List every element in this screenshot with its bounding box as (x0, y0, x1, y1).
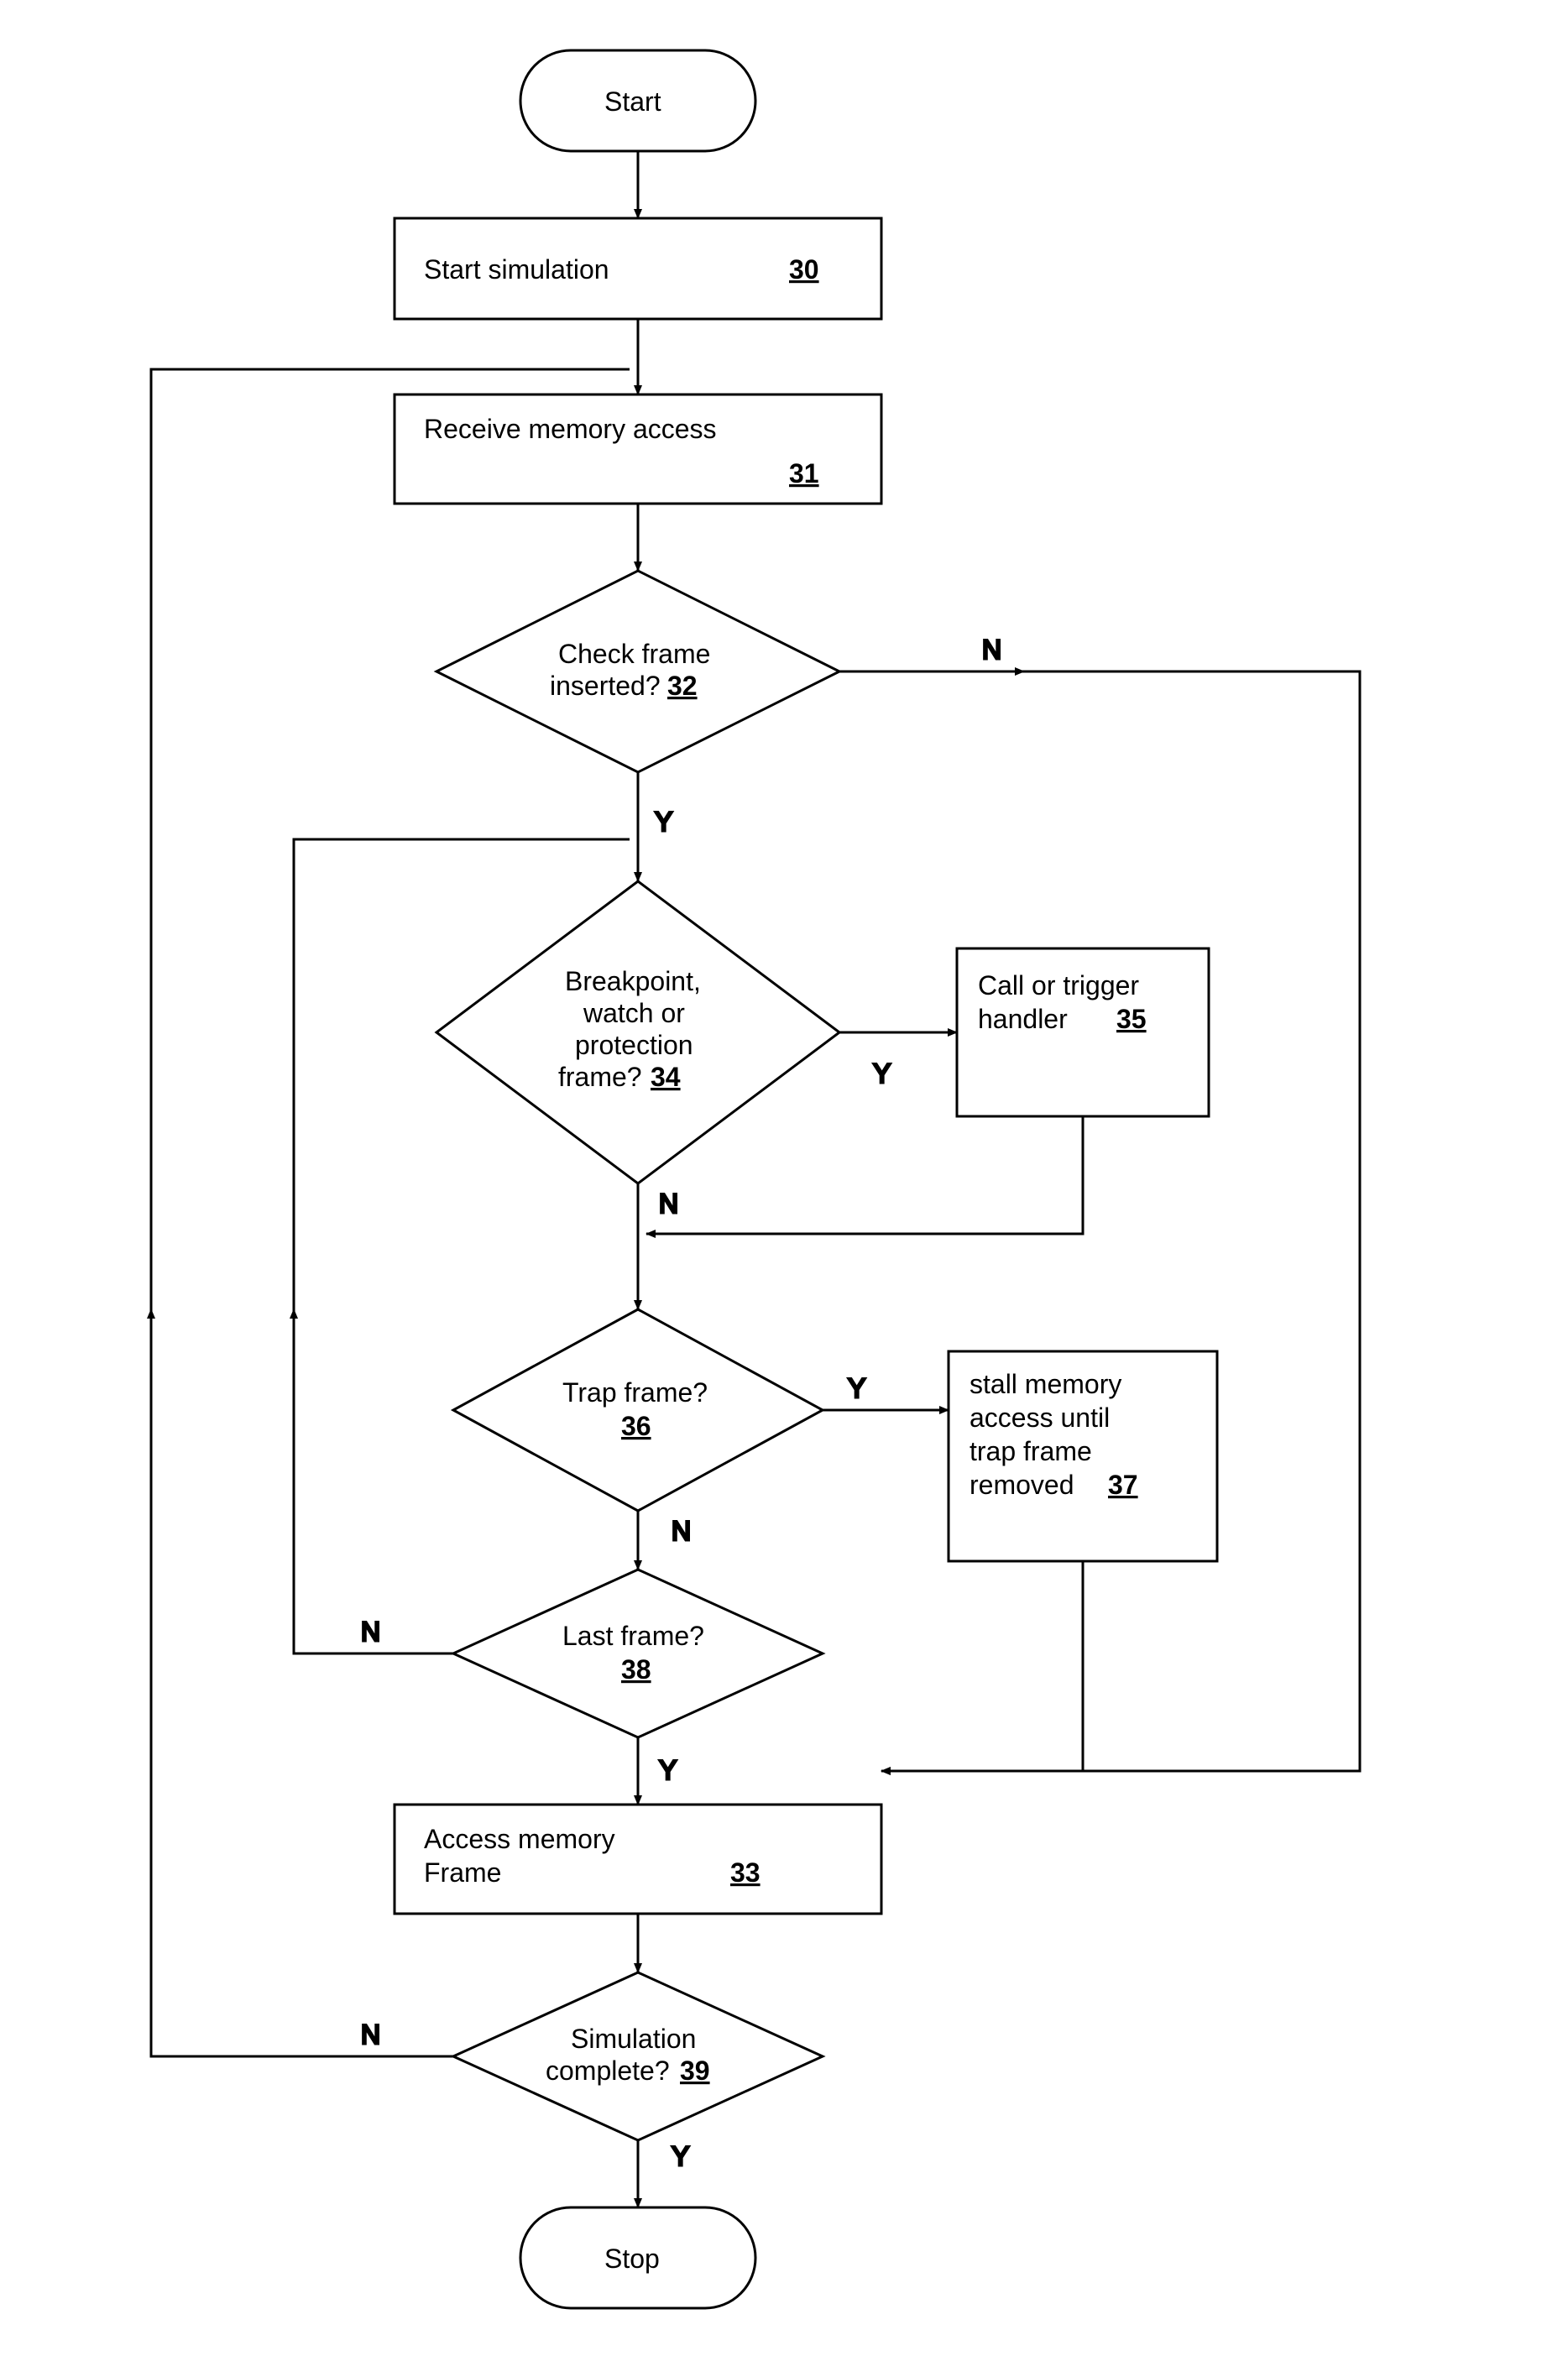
svg-text:Access memory: Access memory (424, 1824, 615, 1854)
svg-text:protection: protection (575, 1030, 693, 1060)
terminal-start: Start (520, 50, 755, 151)
label-y-32: Y (655, 807, 672, 837)
process-call-trigger-handler: Call or trigger handler 35 (957, 948, 1209, 1116)
svg-text:38: 38 (621, 1654, 651, 1685)
label-y-38: Y (659, 1755, 677, 1785)
terminal-stop: Stop (520, 2207, 755, 2308)
decision-check-frame-inserted: Check frame inserted? 32 (436, 571, 839, 772)
process-start-simulation: Start simulation 30 (395, 218, 881, 319)
label-n-32: N (982, 635, 1001, 665)
svg-text:complete?: complete? (546, 2056, 670, 2086)
svg-text:33: 33 (730, 1857, 760, 1888)
process-receive-memory-access: Receive memory access 31 (395, 394, 881, 504)
svg-text:Start simulation: Start simulation (424, 254, 609, 285)
svg-text:Frame: Frame (424, 1857, 501, 1888)
decision-breakpoint-watch-protection: Breakpoint, watch or protection frame? 3… (436, 881, 839, 1183)
svg-text:34: 34 (651, 1062, 681, 1092)
svg-text:Trap frame?: Trap frame? (562, 1377, 708, 1408)
svg-text:handler: handler (978, 1004, 1068, 1034)
svg-text:Start: Start (604, 86, 661, 117)
decision-trap-frame: Trap frame? 36 (453, 1309, 823, 1511)
svg-text:36: 36 (621, 1411, 651, 1441)
svg-text:35: 35 (1116, 1004, 1147, 1034)
svg-text:37: 37 (1108, 1470, 1138, 1500)
svg-text:39: 39 (680, 2056, 710, 2086)
svg-text:Simulation: Simulation (571, 2024, 696, 2054)
svg-text:32: 32 (667, 671, 698, 701)
flowchart: Y N Y N Y N N Y Y N Start Start simulati… (0, 0, 1568, 2356)
svg-text:31: 31 (789, 458, 819, 488)
svg-text:Last frame?: Last frame? (562, 1621, 704, 1651)
label-y-39: Y (672, 2141, 689, 2171)
svg-text:Breakpoint,: Breakpoint, (565, 966, 701, 996)
svg-text:stall memory: stall memory (970, 1369, 1121, 1399)
decision-last-frame: Last frame? 38 (453, 1570, 823, 1737)
label-n-36: N (672, 1516, 691, 1546)
label-n-38: N (361, 1617, 380, 1647)
svg-text:access until: access until (970, 1403, 1110, 1433)
svg-text:inserted?: inserted? (550, 671, 661, 701)
svg-text:Receive memory access: Receive memory access (424, 414, 717, 444)
svg-text:watch or: watch or (583, 998, 685, 1028)
svg-text:frame?: frame? (558, 1062, 642, 1092)
decision-simulation-complete: Simulation complete? 39 (453, 1972, 823, 2140)
process-stall-memory-access: stall memory access until trap frame rem… (949, 1351, 1217, 1561)
svg-text:Check frame: Check frame (558, 639, 710, 669)
svg-text:trap frame: trap frame (970, 1436, 1092, 1466)
label-n-39: N (361, 2019, 380, 2050)
label-y-34: Y (873, 1058, 891, 1089)
svg-text:30: 30 (789, 254, 819, 285)
svg-text:Call or trigger: Call or trigger (978, 970, 1139, 1000)
svg-text:removed: removed (970, 1470, 1074, 1500)
label-y-36: Y (848, 1373, 865, 1403)
process-access-memory-frame: Access memory Frame 33 (395, 1805, 881, 1914)
svg-text:Stop: Stop (604, 2244, 660, 2274)
label-n-34: N (659, 1188, 678, 1219)
